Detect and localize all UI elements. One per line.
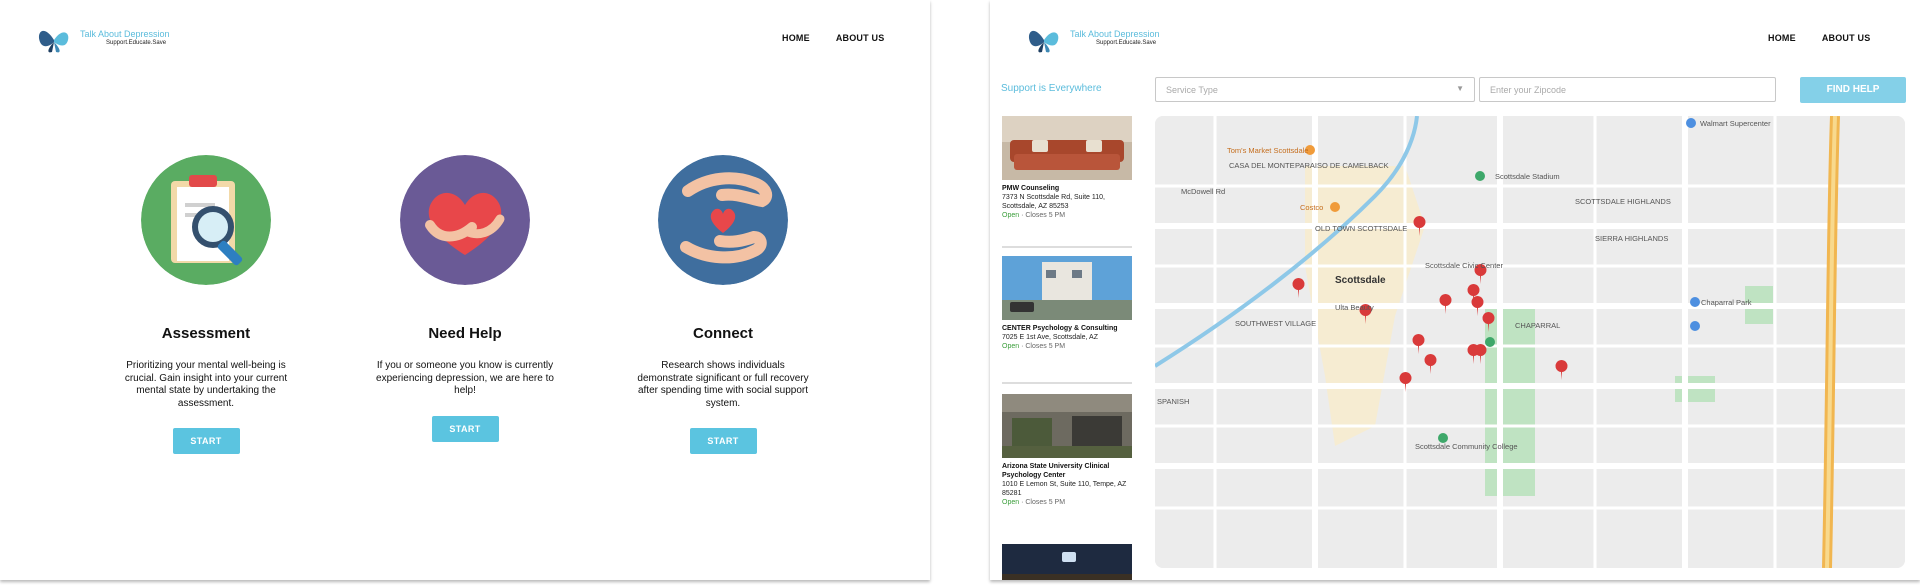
nav-home[interactable]: HOME xyxy=(782,33,810,43)
butterfly-logo-icon xyxy=(1028,30,1059,53)
closing-time: Closes 5 PM xyxy=(1025,499,1066,506)
list-item[interactable] xyxy=(1002,544,1132,580)
find-help-button[interactable]: FIND HELP xyxy=(1800,77,1906,103)
brand-tagline: Support.Educate.Save xyxy=(1096,39,1157,46)
brand-logo[interactable]: Talk About Depression Support.Educate.Sa… xyxy=(34,18,170,58)
map-label: SIERRA HIGHLANDS xyxy=(1595,234,1668,243)
clipboard-magnifier-icon xyxy=(141,155,271,285)
result-address: 7025 E 1st Ave, Scottsdale, AZ xyxy=(1002,334,1098,341)
chevron-down-icon: ▼ xyxy=(1456,84,1464,93)
assessment-text: Prioritizing your mental well-being is c… xyxy=(124,360,288,409)
connect-card: Connect Research shows individuals demon… xyxy=(608,155,838,454)
brand-tagline: Support.Educate.Save xyxy=(106,39,167,46)
landing-page: Talk About Depression Support.Educate.Sa… xyxy=(0,0,930,580)
connect-text: Research shows individuals demonstrate s… xyxy=(637,360,809,409)
open-status: Open xyxy=(1002,499,1020,506)
map-label: Ulta Beauty xyxy=(1335,303,1374,312)
result-name: CENTER Psychology & Consulting xyxy=(1002,325,1118,332)
nav-home[interactable]: HOME xyxy=(1768,33,1796,43)
result-hours: Open · Closes 5 PM xyxy=(1002,212,1066,219)
result-name: Arizona State University Clinical Psycho… xyxy=(1002,463,1110,479)
brand-title: Talk About Depression xyxy=(1070,29,1160,40)
service-type-select[interactable]: Service Type ▼ xyxy=(1155,77,1475,102)
result-address: 7373 N Scottsdale Rd, Suite 110, Scottsd… xyxy=(1002,194,1105,210)
result-address: 1010 E Lemon St, Suite 110, Tempe, AZ 85… xyxy=(1002,481,1127,497)
map-label: Tom's Market Scottsdale xyxy=(1227,146,1308,155)
map-label: CASA DEL MONTE xyxy=(1229,161,1295,170)
closing-time: Closes 5 PM xyxy=(1025,212,1066,219)
connect-title: Connect xyxy=(693,325,753,342)
brand-title: Talk About Depression xyxy=(80,29,170,40)
need-help-text: If you or someone you know is currently … xyxy=(376,360,554,396)
result-hours: Open · Closes 5 PM xyxy=(1002,343,1066,350)
nav-about-us[interactable]: ABOUT US xyxy=(1822,33,1871,43)
list-item[interactable]: PMW Counseling 7373 N Scottsdale Rd, Sui… xyxy=(1002,116,1132,220)
list-item[interactable]: CENTER Psychology & Consulting 7025 E 1s… xyxy=(1002,256,1132,351)
office-couch-thumbnail xyxy=(1002,116,1132,180)
connect-start-button[interactable]: START xyxy=(689,428,757,454)
list-divider xyxy=(1002,246,1132,248)
service-type-placeholder: Service Type xyxy=(1166,85,1218,95)
map-label: Walmart Supercenter xyxy=(1700,119,1771,128)
map-label: PARAISO DE CAMELBACK xyxy=(1295,161,1389,170)
top-nav: HOME ABOUT US xyxy=(782,33,884,43)
clinic-thumbnail xyxy=(1002,394,1132,458)
map-label: CHAPARRAL xyxy=(1515,321,1560,330)
map-label: SPANISH xyxy=(1157,397,1189,406)
map-label: Chaparral Park xyxy=(1701,298,1752,307)
building-thumbnail xyxy=(1002,256,1132,320)
result-hours: Open · Closes 5 PM xyxy=(1002,499,1066,506)
list-divider xyxy=(1002,382,1132,384)
zipcode-input[interactable]: Enter your Zipcode xyxy=(1479,77,1776,102)
need-help-start-button[interactable]: START xyxy=(431,415,499,442)
list-item[interactable]: Arizona State University Clinical Psycho… xyxy=(1002,394,1132,507)
result-name: PMW Counseling xyxy=(1002,185,1060,192)
map-label: Scottsdale xyxy=(1335,275,1386,286)
nav-about-us[interactable]: ABOUT US xyxy=(836,33,885,43)
map-label: Costco xyxy=(1300,203,1323,212)
top-nav: HOME ABOUT US xyxy=(1768,33,1870,43)
map-label: Scottsdale Stadium xyxy=(1495,172,1560,181)
closing-time: Closes 5 PM xyxy=(1025,343,1066,350)
support-title: Support is Everywhere xyxy=(1001,83,1102,94)
assessment-start-button[interactable]: START xyxy=(172,428,240,454)
hands-heart-icon xyxy=(658,155,788,285)
results-list[interactable]: PMW Counseling 7373 N Scottsdale Rd, Sui… xyxy=(1002,116,1132,580)
map-label: OLD TOWN SCOTTSDALE xyxy=(1315,224,1407,233)
butterfly-logo-icon xyxy=(38,30,69,53)
need-help-card: Need Help If you or someone you know is … xyxy=(350,155,580,442)
hugging-heart-icon xyxy=(400,155,530,285)
assessment-title: Assessment xyxy=(161,325,251,342)
need-help-title: Need Help xyxy=(428,325,502,342)
zipcode-placeholder: Enter your Zipcode xyxy=(1490,85,1567,95)
open-status: Open xyxy=(1002,212,1020,219)
assessment-card: Assessment Prioritizing your mental well… xyxy=(91,155,321,454)
open-status: Open xyxy=(1002,343,1020,350)
map-label: Scottsdale Community College xyxy=(1415,442,1518,451)
night-building-thumbnail xyxy=(1002,544,1132,580)
find-help-page: Talk About Depression Support.Educate.Sa… xyxy=(990,0,1920,580)
map-label: SOUTHWEST VILLAGE xyxy=(1235,319,1316,328)
map-label: McDowell Rd xyxy=(1181,187,1225,196)
results-map[interactable]: Walmart Supercenter Tom's Market Scottsd… xyxy=(1155,116,1905,568)
map-label: Scottsdale Civic Center xyxy=(1425,261,1503,270)
brand-logo[interactable]: Talk About Depression Support.Educate.Sa… xyxy=(1024,18,1160,58)
map-label: SCOTTSDALE HIGHLANDS xyxy=(1575,197,1671,206)
